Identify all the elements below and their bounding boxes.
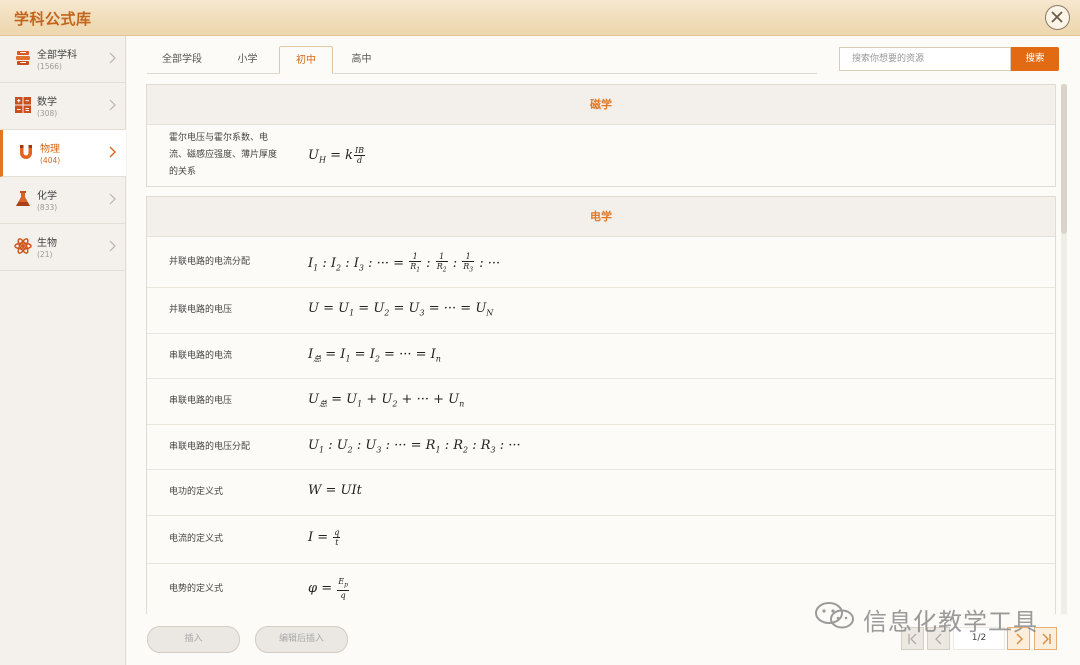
watermark-text: 信息化教学工具 — [863, 608, 1038, 636]
scrollbar[interactable] — [1061, 84, 1067, 614]
flask-icon — [16, 191, 30, 206]
sidebar-item-count: (308) — [37, 109, 58, 118]
formula-expression: I1 : I2 : I3 : ··· = 1 R1 : 1 R2 : 1 R3 : ·… — [308, 252, 501, 274]
section-title: 磁学 — [147, 85, 1055, 125]
magnet-icon — [20, 145, 32, 159]
formula-expression: I总 = I1 = I2 = ··· = In — [308, 347, 441, 364]
sidebar-item-label: 生物 — [37, 238, 57, 249]
formula-section-magnetism: 磁学 霍尔电压与霍尔系数、电流、磁感应强度、薄片厚度的关系 UH = k IB d — [146, 84, 1056, 187]
formula-name: 电功的定义式 — [169, 487, 224, 497]
formula-name: 霍尔电压与霍尔系数、电流、磁感应强度、薄片厚度的关系 — [169, 133, 278, 177]
sidebar-item-all[interactable]: 全部学科 (1566) — [0, 36, 126, 83]
formula-expression: UH = k IB d — [308, 146, 366, 165]
search-button[interactable]: 搜索 — [1011, 47, 1059, 71]
close-icon — [1051, 11, 1063, 23]
app-title: 学科公式库 — [14, 10, 92, 28]
formula-row[interactable]: 串联电路的电压分配 U1 : U2 : U3 : ··· = R1 : R2 :… — [147, 425, 1055, 470]
atom-icon — [14, 238, 32, 254]
title-bar: 学科公式库 — [0, 0, 1080, 36]
wechat-icon — [815, 602, 854, 629]
subject-sidebar: 全部学科 (1566) 数学 (308) 物理 (404) 化学 (833) 生… — [0, 36, 126, 665]
close-button[interactable] — [1045, 5, 1070, 30]
sidebar-item-count: (1566) — [37, 62, 62, 71]
formula-row[interactable]: 并联电路的电流分配 I1 : I2 : I3 : ··· = 1 R1 : 1 R2… — [147, 237, 1055, 288]
formula-list: 磁学 霍尔电压与霍尔系数、电流、磁感应强度、薄片厚度的关系 UH = k IB d … — [146, 84, 1056, 614]
main-panel: 全部学段 小学 初中 高中 搜索你想要的资源 搜索 磁学 霍尔电压与霍尔系数、电… — [127, 36, 1080, 665]
chevron-right-icon — [109, 146, 116, 158]
formula-expression: U总 = U1 + U2 + ··· + Un — [308, 392, 465, 409]
insert-button[interactable]: 插入 — [147, 626, 240, 653]
last-page-icon — [1042, 633, 1051, 645]
sidebar-item-chemistry[interactable]: 化学 (833) — [0, 177, 126, 224]
calculator-icon — [15, 97, 31, 113]
formula-expression: W = UIt — [308, 483, 362, 498]
tab-primary[interactable]: 小学 — [225, 46, 270, 74]
section-title: 电学 — [147, 197, 1055, 237]
sidebar-item-count: (404) — [40, 156, 61, 165]
sidebar-item-label: 化学 — [37, 191, 57, 202]
tab-junior-high[interactable]: 初中 — [279, 46, 333, 74]
formula-expression: φ = Ep q — [308, 577, 349, 600]
books-icon — [16, 51, 30, 65]
formula-name: 电流的定义式 — [169, 534, 224, 544]
formula-name: 串联电路的电流 — [169, 351, 233, 361]
sidebar-item-physics[interactable]: 物理 (404) — [0, 130, 126, 177]
sidebar-item-count: (21) — [37, 250, 53, 259]
tab-senior-high[interactable]: 高中 — [339, 46, 384, 74]
sidebar-item-math[interactable]: 数学 (308) — [0, 83, 126, 130]
chevron-right-icon — [109, 193, 116, 205]
sidebar-item-biology[interactable]: 生物 (21) — [0, 224, 126, 271]
formula-name: 串联电路的电压分配 — [169, 442, 251, 452]
sidebar-item-label: 数学 — [37, 97, 57, 108]
scroll-thumb[interactable] — [1061, 84, 1067, 234]
formula-expression: U = U1 = U2 = U3 = ··· = UN — [308, 301, 494, 318]
search-input[interactable]: 搜索你想要的资源 — [839, 47, 1011, 71]
formula-row[interactable]: 电流的定义式 I = qt — [147, 516, 1055, 564]
formula-row[interactable]: 并联电路的电压 U = U1 = U2 = U3 = ··· = UN — [147, 288, 1055, 334]
formula-section-electricity: 电学 并联电路的电流分配 I1 : I2 : I3 : ··· = 1 R1 : … — [146, 196, 1056, 614]
formula-name: 并联电路的电流分配 — [169, 257, 251, 267]
formula-row[interactable]: 串联电路的电压 U总 = U1 + U2 + ··· + Un — [147, 379, 1055, 425]
formula-expression: U1 : U2 : U3 : ··· = R1 : R2 : R3 : ··· — [308, 438, 521, 455]
sidebar-item-label: 全部学科 — [37, 50, 77, 61]
sidebar-item-count: (833) — [37, 203, 58, 212]
grade-tabs: 全部学段 小学 初中 高中 — [147, 46, 817, 74]
chevron-right-icon — [109, 240, 116, 252]
tab-all-grades[interactable]: 全部学段 — [147, 46, 217, 74]
sidebar-item-label: 物理 — [40, 144, 60, 155]
chevron-right-icon — [109, 52, 116, 64]
formula-name: 串联电路的电压 — [169, 396, 233, 406]
formula-name: 并联电路的电压 — [169, 305, 233, 315]
chevron-right-icon — [109, 99, 116, 111]
formula-expression: I = qt — [308, 528, 341, 547]
formula-row[interactable]: 串联电路的电流 I总 = I1 = I2 = ··· = In — [147, 334, 1055, 379]
formula-row[interactable]: 霍尔电压与霍尔系数、电流、磁感应强度、薄片厚度的关系 UH = k IB d — [147, 125, 1055, 186]
formula-name: 电势的定义式 — [169, 584, 224, 594]
edit-insert-button[interactable]: 编辑后插入 — [255, 626, 348, 653]
formula-row[interactable]: 电功的定义式 W = UIt — [147, 470, 1055, 516]
